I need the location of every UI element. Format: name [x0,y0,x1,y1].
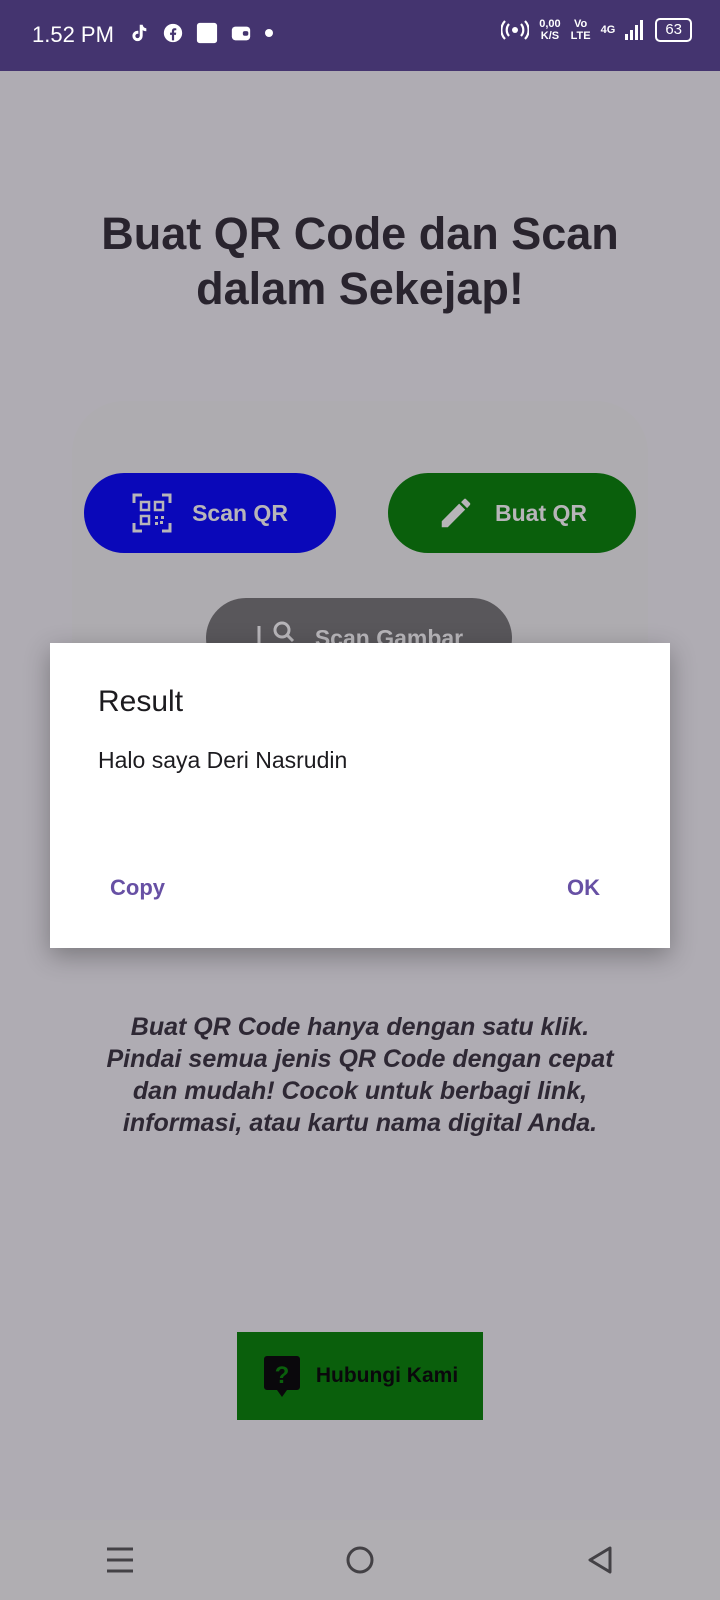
net-speed: 0,00 K/S [539,18,560,42]
hotspot-icon [501,20,530,40]
copy-button[interactable]: Copy [98,871,177,905]
signal-icon [625,20,644,40]
wallet-icon [231,26,251,41]
battery-indicator: 63 [655,18,692,42]
square-icon [196,22,218,44]
volte-top: Vo [574,18,588,30]
result-dialog: Result Halo saya Deri Nasrudin Copy OK [50,643,670,948]
volte-indicator: Vo LTE [571,18,591,42]
network-type: 4G [600,24,616,36]
dialog-title: Result [98,685,184,718]
volte-bottom: LTE [570,30,591,42]
status-indicators: 0,00 K/S Vo LTE 4G 63 [501,18,692,42]
net-speed-unit: K/S [540,30,560,42]
dot-icon [265,29,273,37]
ok-button[interactable]: OK [555,871,612,905]
dialog-message: Halo saya Deri Nasrudin [98,747,348,773]
status-bar: 1.52 PM 0,00 K/S Vo LTE 4G 63 [0,0,720,71]
facebook-icon [163,23,183,43]
tiktok-icon [132,24,147,42]
status-time: 1.52 PM [32,22,114,47]
net-speed-value: 0,00 [539,18,561,30]
notification-icons [128,22,274,44]
